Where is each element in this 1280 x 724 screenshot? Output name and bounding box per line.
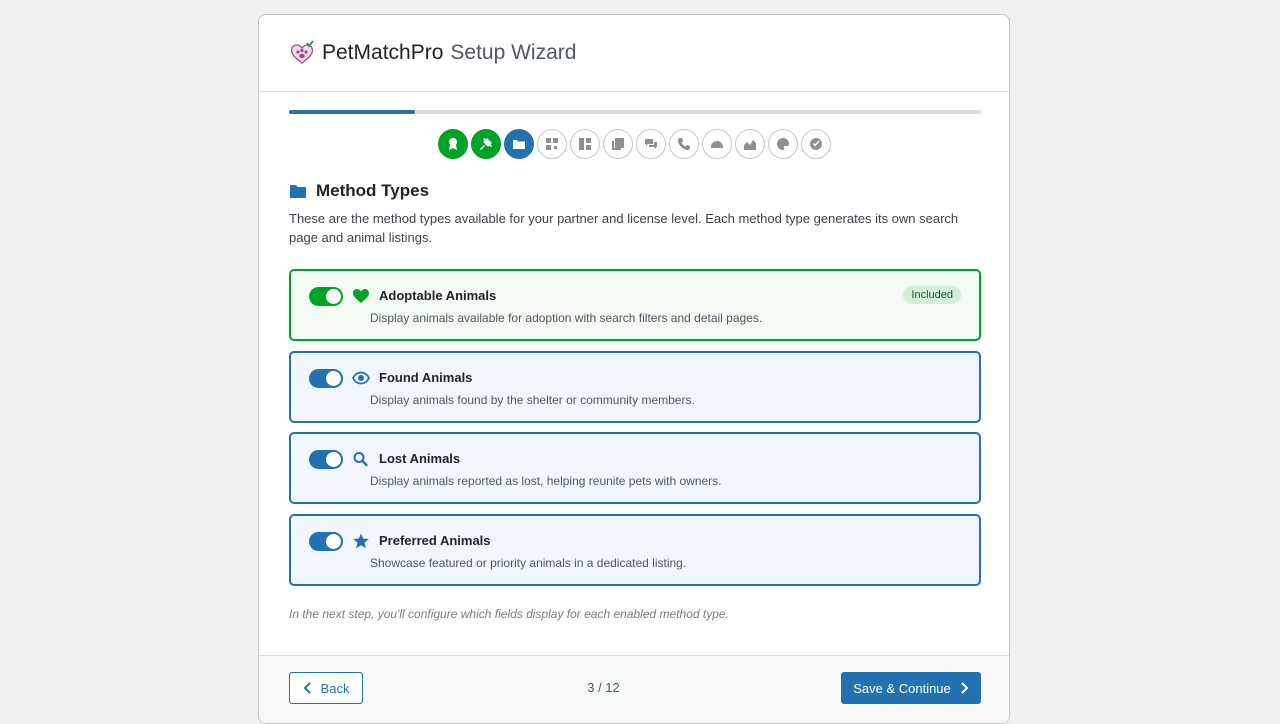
check-icon xyxy=(809,138,822,150)
preferred-toggle[interactable] xyxy=(309,532,343,551)
step-7[interactable] xyxy=(635,129,666,159)
dashboard-icon xyxy=(710,141,723,148)
toggle-knob xyxy=(326,452,341,467)
section-header: Method Types xyxy=(289,181,429,201)
method-description: Display animals reported as lost, helpin… xyxy=(370,474,722,488)
method-card-found: Found Animals Display animals found by t… xyxy=(289,351,981,423)
progress-bar xyxy=(289,110,981,114)
progress-bar-fill xyxy=(289,110,415,114)
folder-icon xyxy=(512,140,525,149)
method-card-lost: Lost Animals Display animals reported as… xyxy=(289,432,981,504)
step-6[interactable] xyxy=(602,129,633,159)
method-card-adoptable: Adoptable Animals Display animals availa… xyxy=(289,269,981,341)
method-description: Display animals found by the shelter or … xyxy=(370,393,695,407)
method-description: Showcase featured or priority animals in… xyxy=(370,556,687,570)
toggle-knob xyxy=(326,534,341,549)
chat-icon xyxy=(644,139,657,149)
step-indicator xyxy=(259,129,1009,159)
adoptable-toggle[interactable] xyxy=(309,287,343,306)
step-5[interactable] xyxy=(569,129,600,159)
search-icon xyxy=(353,452,368,467)
step-3[interactable] xyxy=(503,129,534,159)
method-description: Display animals available for adoption w… xyxy=(370,311,763,325)
pages-icon xyxy=(611,138,624,150)
phone-icon xyxy=(677,138,690,150)
method-card-preferred: Preferred Animals Showcase featured or p… xyxy=(289,514,981,586)
lost-toggle[interactable] xyxy=(309,450,343,469)
step-8[interactable] xyxy=(668,129,699,159)
save-continue-button[interactable]: Save & Continue xyxy=(841,672,981,704)
chart-icon xyxy=(743,140,756,150)
setup-wizard-panel: PetMatchPro Setup Wizard Method Types Th… xyxy=(258,14,1010,724)
method-title: Found Animals xyxy=(379,370,473,385)
heart-icon xyxy=(353,289,369,303)
layout-icon xyxy=(578,138,591,150)
method-title: Adoptable Animals xyxy=(379,288,497,303)
folder-icon xyxy=(290,185,306,198)
palette-icon xyxy=(776,138,789,150)
step-12[interactable] xyxy=(800,129,831,159)
step-9[interactable] xyxy=(701,129,732,159)
step-4[interactable] xyxy=(536,129,567,159)
eye-icon xyxy=(352,371,370,385)
award-icon xyxy=(448,138,457,150)
paw-heart-logo-icon xyxy=(290,40,314,64)
step-2[interactable] xyxy=(470,129,501,159)
step-11[interactable] xyxy=(767,129,798,159)
wizard-header: PetMatchPro Setup Wizard xyxy=(259,15,1009,92)
wizard-subtitle: Setup Wizard xyxy=(450,41,577,64)
toggle-knob xyxy=(326,289,341,304)
method-title: Lost Animals xyxy=(379,451,461,466)
wizard-footer: Back 3 / 12 Save & Continue xyxy=(259,655,1009,723)
plug-icon xyxy=(479,138,492,150)
brand-name: PetMatchPro xyxy=(322,41,444,64)
grid-icon xyxy=(545,138,558,150)
next-step-note: In the next step, you'll configure which… xyxy=(289,607,729,621)
step-10[interactable] xyxy=(734,129,765,159)
section-intro: These are the method types available for… xyxy=(289,211,959,245)
included-badge: Included xyxy=(903,286,961,304)
found-toggle[interactable] xyxy=(309,369,343,388)
section-title: Method Types xyxy=(316,181,430,200)
step-1[interactable] xyxy=(437,129,468,159)
chevron-right-icon xyxy=(961,682,969,694)
star-icon xyxy=(353,533,369,549)
toggle-knob xyxy=(326,371,341,386)
save-continue-label: Save & Continue xyxy=(853,680,951,696)
method-title: Preferred Animals xyxy=(379,533,491,548)
